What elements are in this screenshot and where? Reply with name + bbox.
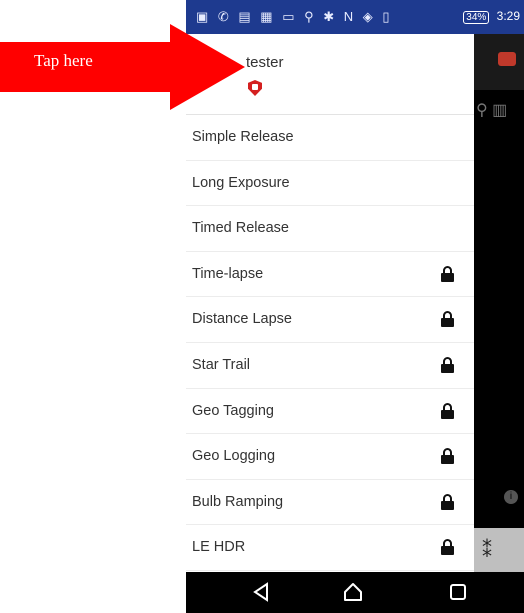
lock-icon [441,539,454,556]
menu-item-label: Simple Release [192,129,294,145]
menu-item-label: Star Trail [192,356,251,373]
menu-item-label: Geo Tagging [192,402,274,419]
menu-item-label: LE HDR [192,539,246,556]
menu-item-label: Geo Logging [192,448,276,465]
lock-icon [441,311,454,328]
system-nav-bar [186,572,524,613]
menu-item-label: Long Exposure [192,174,290,191]
menu-item[interactable]: Star Trail [186,343,474,389]
menu-item[interactable]: Simple Release [186,115,474,161]
recent-apps-icon[interactable] [446,580,470,604]
menu-item[interactable]: Distance Lapse [186,297,474,343]
status-right: 34% 3:29 [463,9,520,24]
menu-item[interactable]: Long Exposure [186,161,474,207]
menu-item-label: Bulb Ramping [192,493,284,510]
lock-icon [441,448,454,465]
menu-item[interactable]: LE HDR [186,525,474,571]
location-map-icons: ⚲ ▥ [476,102,508,119]
status-icons: ▣ ✆ ▤ ▦ ▭ ⚲ ✱ N ◈ ▯ [196,9,393,24]
menu-item[interactable]: Geo Tagging [186,389,474,435]
panel-handle-icon: ⁑ [482,540,492,562]
menu-item[interactable]: Time-lapse [186,252,474,298]
menu-item[interactable]: Geo Logging [186,434,474,480]
lock-icon [441,265,454,282]
info-icon[interactable]: i [504,490,518,504]
battery-indicator: 34% [463,11,490,24]
menu-item-label: Timed Release [192,220,289,237]
back-triangle-icon[interactable] [250,580,274,604]
menu-item[interactable]: Timed Release [186,206,474,252]
home-icon[interactable] [341,580,365,604]
username-label: tester [246,54,284,71]
drawer-menu: Simple Release Long Exposure Timed Release… [186,115,474,571]
lock-icon [441,356,454,373]
lock-icon [441,493,454,510]
shield-icon [248,80,262,96]
menu-item-label: Distance Lapse [192,311,292,328]
navigation-drawer: tester Simple Release Long Exposure Timed … [186,34,474,572]
clock: 3:29 [496,9,520,23]
annotation-label: Tap here [34,51,93,70]
menu-item[interactable]: Bulb Ramping [186,480,474,526]
lock-icon [441,402,454,419]
menu-item-label: Time-lapse [192,265,264,282]
camera-icon[interactable] [498,52,516,66]
